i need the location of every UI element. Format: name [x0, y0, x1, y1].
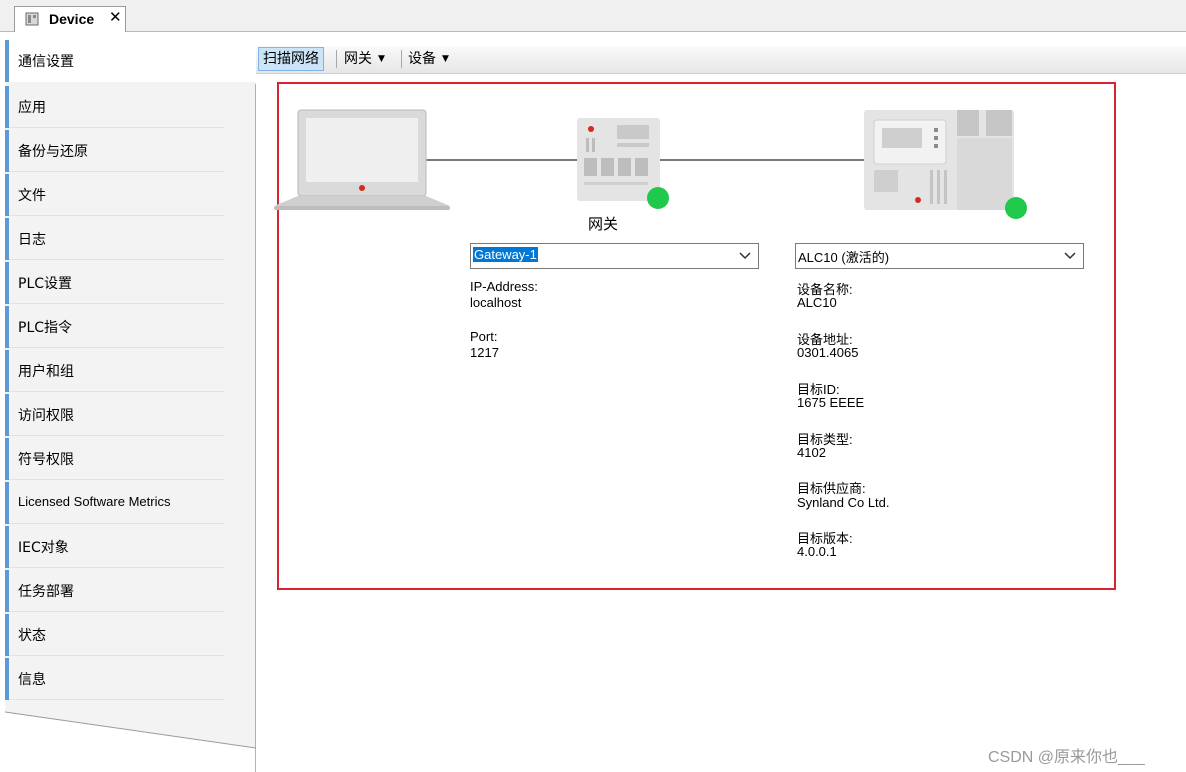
sidebar-item-licensed-software-metrics[interactable]: Licensed Software Metrics — [5, 482, 224, 524]
sidebar-item-log[interactable]: 日志 — [5, 218, 224, 260]
gateway-icon — [577, 118, 660, 201]
settings-sidebar: 通信设置 应用 备份与还原 文件 日志 PLC设置 PLC指令 用户和组 访问权… — [5, 40, 256, 772]
sidebar-item-files[interactable]: 文件 — [5, 174, 224, 216]
dropdown-arrow-icon: ▼ — [378, 54, 385, 64]
sidebar-item-status[interactable]: 状态 — [5, 614, 224, 656]
device-select-value: ALC10 (激活的) — [798, 250, 890, 265]
sidebar-item-symbol-rights[interactable]: 符号权限 — [5, 438, 224, 480]
sidebar-item-plc-settings[interactable]: PLC设置 — [5, 262, 224, 304]
sidebar-item-information[interactable]: 信息 — [5, 658, 224, 700]
ip-address-label: IP-Address: — [470, 279, 538, 294]
device-name-value: ALC10 — [797, 295, 837, 310]
sidebar-item-comm-settings[interactable]: 通信设置 — [5, 40, 256, 82]
plc-device-icon — [864, 110, 1014, 210]
tab-device[interactable]: Device ✕ — [14, 6, 126, 32]
target-version-value: 4.0.0.1 — [797, 544, 837, 559]
device-icon — [25, 12, 39, 26]
ip-address-value: localhost — [470, 295, 522, 310]
target-type-value: 4102 — [797, 445, 826, 460]
toolbar: 扫描网络 网关 ▼ 设备 ▼ — [256, 46, 1186, 74]
watermark: CSDN @原来你也___ — [988, 749, 1145, 766]
scan-network-button[interactable]: 扫描网络 — [258, 47, 324, 71]
toolbar-separator — [401, 50, 402, 68]
target-id-value: 1675 EEEE — [797, 395, 865, 410]
laptop-icon — [274, 109, 450, 210]
sidebar-item-application[interactable]: 应用 — [5, 86, 224, 128]
device-select[interactable]: ALC10 (激活的) — [795, 243, 1084, 269]
dropdown-arrow-icon: ▼ — [442, 54, 449, 64]
sidebar-item-users-groups[interactable]: 用户和组 — [5, 350, 224, 392]
close-icon[interactable]: ✕ — [109, 8, 122, 26]
connection-line — [660, 159, 865, 161]
port-label: Port: — [470, 329, 498, 344]
sidebar-item-task-deployment[interactable]: 任务部署 — [5, 570, 224, 612]
sidebar-item-plc-commands[interactable]: PLC指令 — [5, 306, 224, 348]
gateway-select-value: Gateway-1 — [473, 247, 538, 262]
sidebar-item-access-rights[interactable]: 访问权限 — [5, 394, 224, 436]
chevron-down-icon — [1064, 252, 1076, 260]
gateway-caption: 网关 — [588, 215, 619, 233]
gateway-status-indicator — [647, 187, 669, 209]
gateway-menu-button[interactable]: 网关 ▼ — [344, 47, 385, 71]
device-status-indicator — [1005, 197, 1027, 219]
sidebar-item-iec-objects[interactable]: IEC对象 — [5, 526, 224, 568]
port-value: 1217 — [470, 345, 499, 360]
gateway-select[interactable]: Gateway-1 — [470, 243, 759, 269]
target-vendor-value: Synland Co Ltd. — [797, 495, 890, 510]
device-address-value: 0301.4065 — [797, 345, 859, 360]
tab-title: Device — [49, 11, 95, 27]
document-tab-strip: Device ✕ — [0, 0, 1186, 32]
chevron-down-icon — [739, 252, 751, 260]
sidebar-item-backup-restore[interactable]: 备份与还原 — [5, 130, 224, 172]
toolbar-separator — [336, 50, 337, 68]
device-menu-button[interactable]: 设备 ▼ — [408, 47, 449, 71]
